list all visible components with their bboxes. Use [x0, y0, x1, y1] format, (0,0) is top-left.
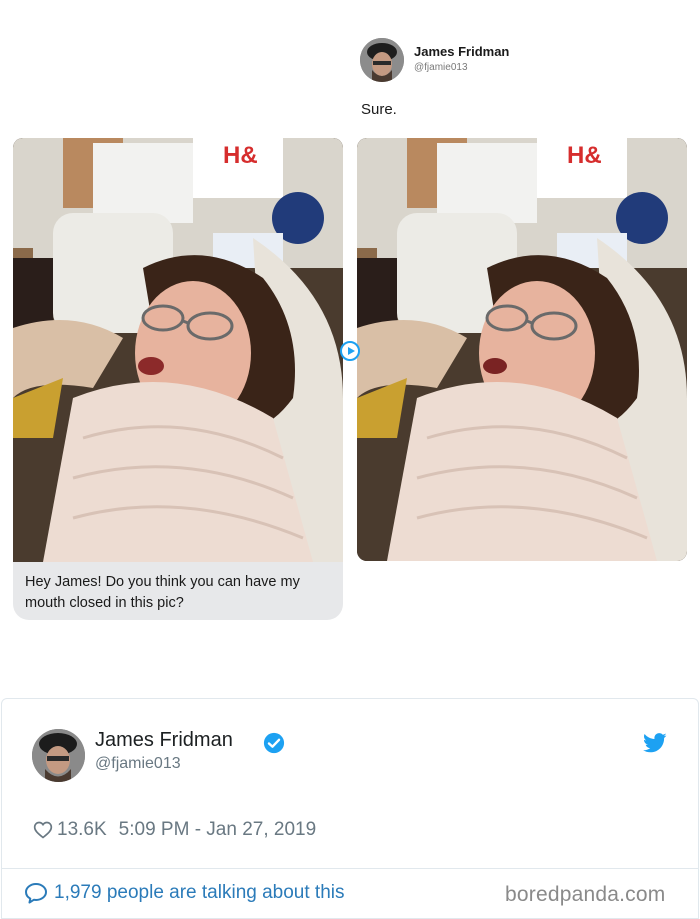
verified-icon	[263, 732, 285, 754]
avatar[interactable]	[32, 729, 85, 782]
tweet-media-image[interactable]: James Fridman @fjamie013 Sure. H& H& Hey…	[0, 0, 700, 690]
heart-icon[interactable]	[33, 820, 53, 840]
reply-text: Sure.	[361, 101, 397, 118]
arrow-connector-icon	[340, 341, 360, 361]
comment-bubble-icon	[25, 883, 47, 904]
twitter-bird-icon[interactable]	[643, 733, 667, 753]
svg-text:H&: H&	[223, 142, 258, 169]
conversation-link[interactable]: 1,979 people are talking about this	[24, 882, 345, 904]
svg-text:H&: H&	[567, 142, 602, 169]
talking-count-text: 1,979 people are talking about this	[54, 882, 345, 903]
tweet-author-handle[interactable]: @fjamie013	[95, 755, 181, 773]
edited-photo: H&	[357, 138, 687, 561]
divider	[1, 868, 699, 869]
dm-message-bubble: Hey James! Do you think you can have my …	[13, 562, 343, 620]
watermark: boredpanda.com	[505, 883, 666, 906]
original-photo: H&	[13, 138, 343, 562]
tweet-meta-row: 13.6K 5:09 PM - Jan 27, 2019	[33, 819, 316, 841]
like-count[interactable]: 13.6K	[57, 819, 107, 841]
tweet-timestamp[interactable]: 5:09 PM - Jan 27, 2019	[119, 819, 317, 841]
reply-author-name: James Fridman	[414, 44, 510, 59]
reply-avatar	[360, 38, 404, 82]
tweet-author-name[interactable]: James Fridman	[95, 729, 233, 752]
reply-author-handle: @fjamie013	[414, 62, 468, 73]
